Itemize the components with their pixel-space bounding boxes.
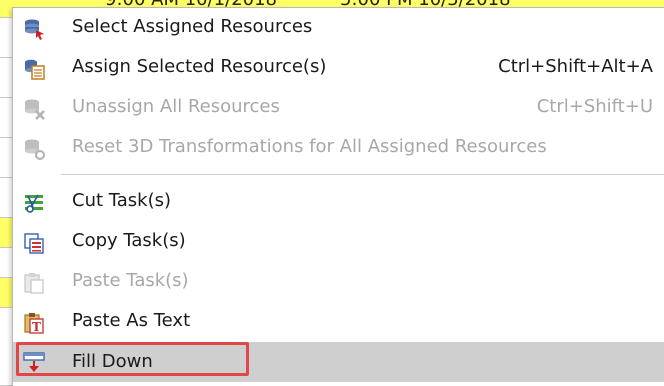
assign-resources-icon [23, 58, 45, 80]
menu-item-label: Paste As Text [72, 310, 191, 331]
menu-item-cut-tasks[interactable]: Cut Task(s) [13, 184, 664, 220]
menu-item-label: Unassign All Resources [72, 96, 280, 117]
menu-item-label: Reset 3D Transformations for All Assigne… [72, 136, 547, 157]
menu-separator [61, 174, 664, 175]
menu-item-label: Copy Task(s) [72, 230, 186, 251]
menu-item-unassign-all-resources[interactable]: Unassign All Resources Ctrl+Shift+U [13, 90, 664, 126]
menu-item-label: Assign Selected Resource(s) [72, 56, 327, 77]
menu-item-paste-tasks[interactable]: Paste Task(s) [13, 264, 664, 300]
menu-item-assign-selected-resources[interactable]: Assign Selected Resource(s) Ctrl+Shift+A… [13, 50, 664, 86]
paste-as-text-icon: T [23, 312, 45, 334]
menu-item-label: Cut Task(s) [72, 190, 172, 211]
paste-icon [23, 272, 45, 294]
screen: 9:00 AM 10/1/2018 5:00 PM 10/5/2018 [0, 0, 664, 386]
svg-text:T: T [32, 320, 41, 334]
menu-item-shortcut: Ctrl+Shift+Alt+A [498, 56, 653, 77]
unassign-resources-icon [23, 98, 45, 120]
menu-item-select-assigned-resources[interactable]: Select Assigned Resources [13, 10, 664, 46]
annotation-highlight-box [16, 342, 249, 376]
menu-item-reset-3d-transformations[interactable]: Reset 3D Transformations for All Assigne… [13, 130, 664, 166]
menu-item-paste-as-text[interactable]: T Paste As Text [13, 304, 664, 340]
menu-item-label: Paste Task(s) [72, 270, 189, 291]
menu-item-shortcut: Ctrl+Shift+U [536, 96, 653, 117]
menu-item-copy-tasks[interactable]: Copy Task(s) [13, 224, 664, 260]
background-grid-column [0, 0, 12, 386]
copy-icon [23, 232, 45, 254]
reset-3d-icon [23, 138, 45, 160]
select-resources-icon [23, 18, 45, 40]
cut-icon [23, 192, 45, 214]
context-menu: Select Assigned Resources Assign Selecte… [12, 7, 664, 386]
menu-item-label: Select Assigned Resources [72, 16, 313, 37]
